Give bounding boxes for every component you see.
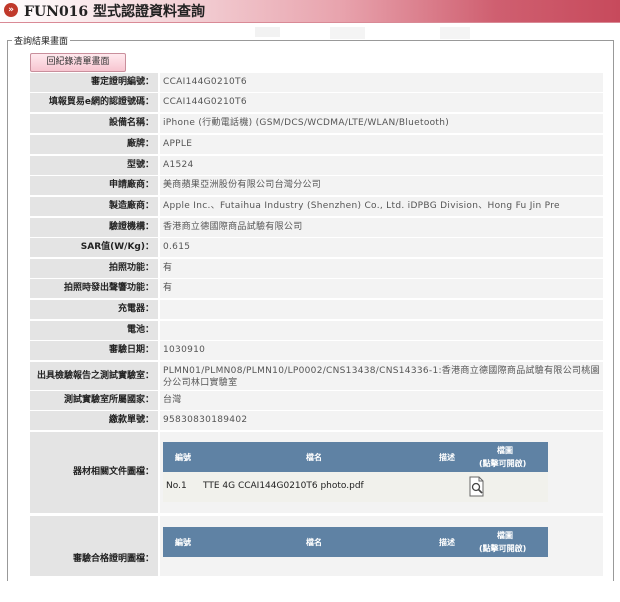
field-label: 製造廠商： [30,197,158,216]
field-value: 95830830189402 [160,411,603,430]
field-value: CCAI144G0210T6 [160,93,603,112]
field-value: Apple Inc.、Futaihua Industry (Shenzhen) … [160,197,603,216]
field-value [160,300,603,319]
field-label: 測試實驗室所屬國家： [30,391,158,410]
back-to-list-button[interactable]: 回紀錄清單畫面 [30,53,126,72]
field-label: 器材相關文件圖檔： [30,432,158,513]
header-desc: 描述 [439,538,455,547]
header-no: 編號 [175,538,191,547]
field-label: 拍照功能： [30,259,158,278]
field-label: 設備名稱： [30,114,158,133]
field-label: 充電器： [30,300,158,319]
field-row-review-date: 審驗日期： 1030910 [30,341,603,360]
header-name: 檔名 [306,453,322,462]
field-value: 香港商立德國際商品試驗有限公司 [160,218,603,237]
title-bar: » FUN016 型式認證資料查詢 [0,0,620,23]
field-label: 審定證明編號： [30,73,158,92]
field-row-sar: SAR值(W/Kg)： 0.615 [30,238,603,257]
field-label: 出具檢驗報告之測試實驗室： [30,362,158,390]
field-row-approval-no: 審定證明編號： CCAI144G0210T6 [30,73,603,92]
field-label: 拍照時發出聲響功能： [30,279,158,298]
field-label: 廠牌： [30,135,158,154]
approval-docs-table: 編號 檔名 描述 檔圖 (點擊可開啟) [163,527,548,564]
field-row-trade-cert-no: 填報貿易e網的認證號碼： CCAI144G0210T6 [30,93,603,112]
field-row-device-name: 設備名稱： iPhone (行動電話機) (GSM/DCS/WCDMA/LTE/… [30,114,603,133]
field-row-payment-no: 繳款單號： 95830830189402 [30,411,603,430]
field-value: APPLE [160,135,603,154]
row-no: No.1 [166,481,187,491]
header-desc: 描述 [439,453,455,462]
background-decoration [440,27,470,39]
field-value: PLMN01/PLMN08/PLMN10/LP0002/CNS13438/CNS… [160,362,603,390]
field-row-certifier: 驗證機構： 香港商立德國際商品試驗有限公司 [30,218,603,237]
header-file-hint: (點擊可開啟) [479,459,527,468]
header-name: 檔名 [306,538,322,547]
magnifier-document-icon[interactable] [468,476,486,501]
equipment-docs-table: 編號 檔名 描述 檔圖 (點擊可開啟) No.1 TTE 4G CCAI144G… [163,442,548,502]
field-row-test-lab: 出具檢驗報告之測試實驗室： PLMN01/PLMN08/PLMN10/LP000… [30,362,603,390]
field-label: 電池： [30,321,158,340]
field-label: 填報貿易e網的認證號碼： [30,93,158,112]
header-file-hint: (點擊可開啟) [479,544,527,553]
field-value [160,321,603,340]
header-no: 編號 [175,453,191,462]
field-label: 驗證機構： [30,218,158,237]
field-value: A1524 [160,156,603,175]
field-row-lab-country: 測試實驗室所屬國家： 台灣 [30,391,603,410]
equipment-docs-table-header: 編號 檔名 描述 檔圖 (點擊可開啟) [163,442,548,472]
field-row-battery: 電池： [30,321,603,340]
field-label: 審驗合格證明圖檔： [30,516,158,576]
field-value: 台灣 [160,391,603,410]
field-row-shutter-sound: 拍照時發出聲響功能： 有 [30,279,603,298]
field-row-applicant: 申請廠商： 美商蘋果亞洲股份有限公司台灣分公司 [30,176,603,195]
field-value: 有 [160,279,603,298]
approval-docs-table-header: 編號 檔名 描述 檔圖 (點擊可開啟) [163,527,548,557]
table-row: No.1 TTE 4G CCAI144G0210T6 photo.pdf [163,472,548,502]
field-label: 申請廠商： [30,176,158,195]
field-value: 0.615 [160,238,603,257]
field-label: 繳款單號： [30,411,158,430]
field-label: 型號： [30,156,158,175]
field-row-manufacturer: 製造廠商： Apple Inc.、Futaihua Industry (Shen… [30,197,603,216]
section-legend: 查詢結果畫面 [12,34,71,47]
field-value: 美商蘋果亞洲股份有限公司台灣分公司 [160,176,603,195]
row-file-name: TTE 4G CCAI144G0210T6 photo.pdf [203,481,364,491]
field-row-brand: 廠牌： APPLE [30,135,603,154]
field-value: 1030910 [160,341,603,360]
page-title: FUN016 型式認證資料查詢 [24,4,206,20]
field-label: 審驗日期： [30,341,158,360]
field-row-charger: 充電器： [30,300,603,319]
field-label: SAR值(W/Kg)： [30,238,158,257]
field-value: CCAI144G0210T6 [160,73,603,92]
arrow-circle-icon: » [4,3,18,17]
field-value: iPhone (行動電話機) (GSM/DCS/WCDMA/LTE/WLAN/B… [160,114,603,133]
field-row-model: 型號： A1524 [30,156,603,175]
background-decoration [255,27,280,37]
header-file: 檔圖 [497,531,513,540]
field-value: 有 [160,259,603,278]
field-row-camera: 拍照功能： 有 [30,259,603,278]
header-file: 檔圖 [497,446,513,455]
background-decoration [330,27,365,39]
